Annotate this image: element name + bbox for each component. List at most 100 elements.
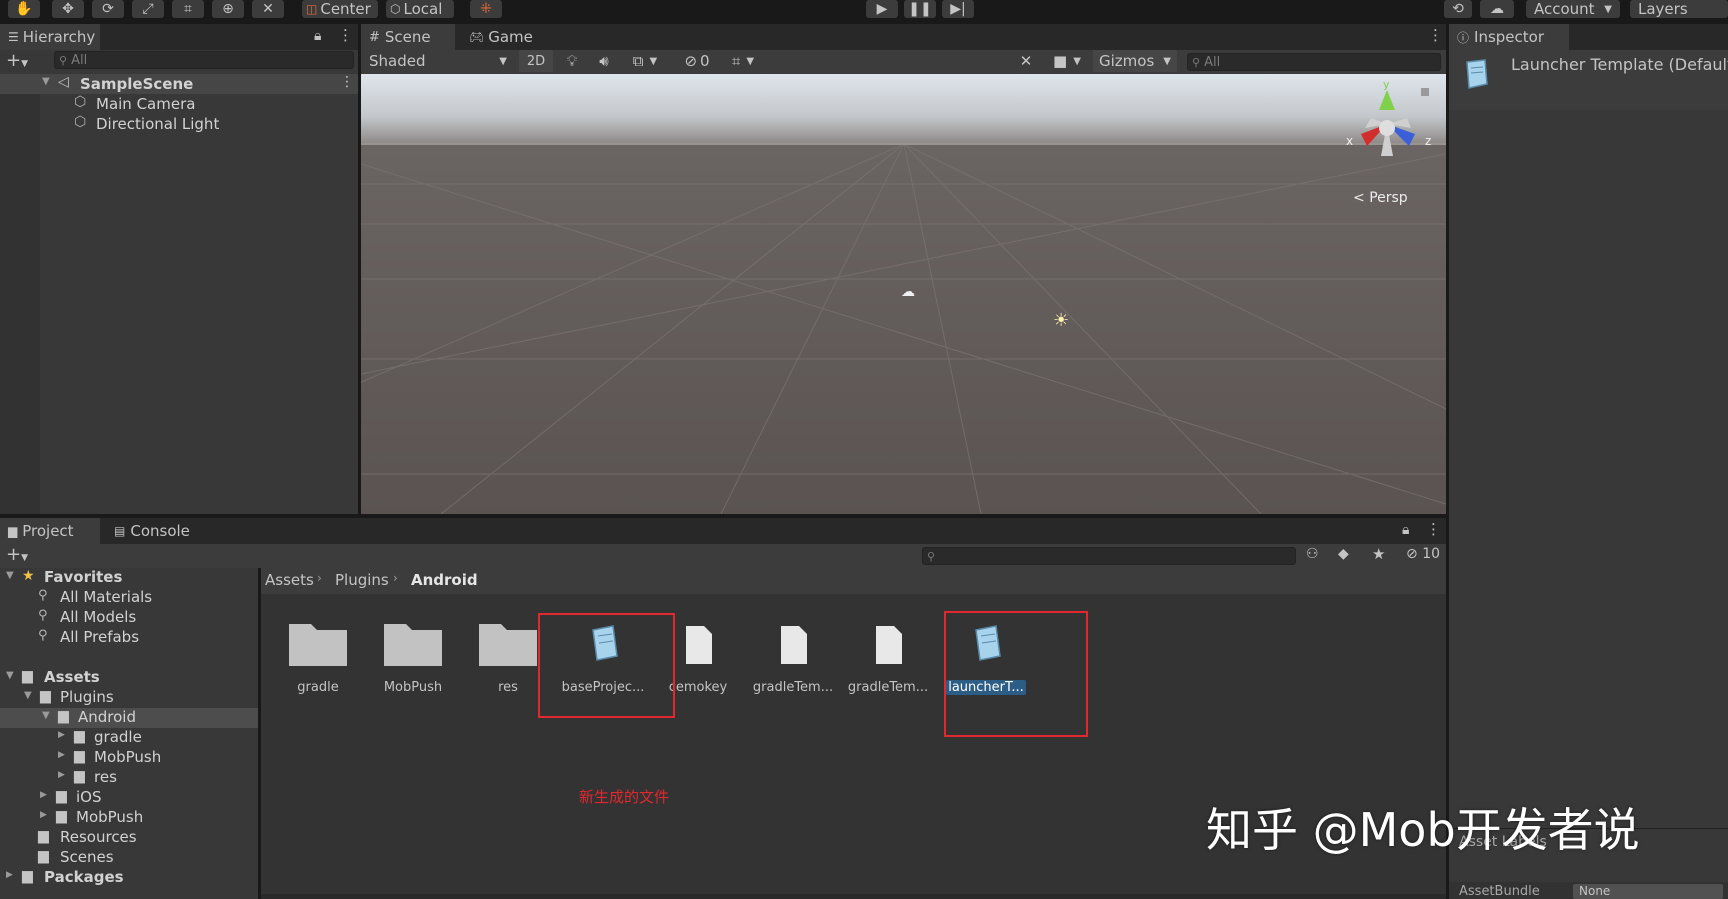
- breadcrumb-item[interactable]: Android: [411, 571, 478, 589]
- list-item[interactable]: ⬡ Directional Light: [0, 114, 358, 134]
- effects-dropdown[interactable]: ⧉ ▼: [623, 50, 667, 72]
- tab-inspector[interactable]: ⓘ Inspector: [1449, 24, 1569, 50]
- rect-tool-button[interactable]: ⌗: [172, 0, 204, 18]
- gizmos-dropdown[interactable]: Gizmos ▼: [1093, 50, 1177, 72]
- expand-arrow-icon[interactable]: ▶: [6, 870, 13, 880]
- tools-toggle[interactable]: ✕: [1011, 50, 1041, 72]
- play-button[interactable]: ▶: [866, 0, 898, 18]
- scene-row[interactable]: ▼ ◁ SampleScene ⋮: [0, 74, 358, 94]
- collab-button[interactable]: ⟲: [1444, 0, 1472, 18]
- expand-arrow-icon[interactable]: ▶: [40, 790, 47, 800]
- project-search-input[interactable]: ⚲: [922, 547, 1296, 565]
- transform-tool-button[interactable]: ⊕: [212, 0, 244, 18]
- expand-arrow-icon[interactable]: ▶: [58, 770, 65, 780]
- lock-icon[interactable]: 🔒︎: [1402, 522, 1409, 538]
- scene-search-input[interactable]: ⚲ All: [1187, 53, 1441, 71]
- expand-arrow-icon[interactable]: ▼: [6, 570, 14, 581]
- favorite-item[interactable]: All Materials: [60, 588, 152, 606]
- expand-arrow-icon[interactable]: ▶: [58, 730, 65, 740]
- camera-gizmo-icon[interactable]: ☁: [901, 284, 915, 300]
- tree-assets[interactable]: Assets: [44, 668, 100, 686]
- move-tool-button[interactable]: ✥: [52, 0, 84, 18]
- folder-icon: ▆: [38, 848, 49, 864]
- grid-item[interactable]: gradleTem...: [750, 616, 836, 695]
- tree-packages[interactable]: Packages: [44, 868, 124, 886]
- grid-item[interactable]: gradleTem...: [845, 616, 931, 695]
- move-icon: ✥: [62, 1, 74, 17]
- panel-menu-icon[interactable]: ⋮: [1428, 26, 1443, 44]
- hierarchy-search-input[interactable]: ⚲ All: [54, 51, 354, 69]
- chevron-right-icon: ›: [393, 571, 398, 585]
- template-file-icon: [1461, 58, 1489, 89]
- hand-tool-button[interactable]: ✋: [8, 0, 40, 18]
- grid-item[interactable]: gradle: [275, 616, 361, 695]
- lighting-toggle[interactable]: 💡︎: [557, 50, 587, 72]
- pivot-space-button[interactable]: ⬡ Local: [386, 0, 454, 18]
- favorite-item[interactable]: All Prefabs: [60, 628, 139, 646]
- camera-dropdown[interactable]: ■ ▼: [1045, 50, 1089, 72]
- grid-dropdown[interactable]: ⌗ ▼: [721, 50, 765, 72]
- folder-icon: [289, 624, 347, 666]
- hierarchy-add-button[interactable]: +▼: [6, 50, 28, 71]
- grid-item[interactable]: MobPush: [370, 616, 456, 695]
- mode-2d-toggle[interactable]: 2D: [519, 50, 553, 72]
- account-dropdown[interactable]: Account ▼: [1526, 0, 1620, 18]
- highlight-box: [538, 613, 675, 718]
- hidden-objects-toggle[interactable]: ⊘ 0: [677, 50, 717, 72]
- gameobject-cube-icon: ⬡: [74, 94, 87, 110]
- tab-game[interactable]: 🎮︎ Game: [461, 24, 555, 50]
- info-icon: ⓘ: [1457, 30, 1470, 45]
- light-gizmo-icon[interactable]: ☀: [1053, 310, 1069, 331]
- tree-item[interactable]: iOS: [76, 788, 102, 806]
- panel-menu-icon[interactable]: ⋮: [1426, 520, 1441, 538]
- scene-viewport[interactable]: ☁ ☀ y x z < Persp: [361, 74, 1446, 514]
- rotate-tool-button[interactable]: ⟳: [92, 0, 124, 18]
- favorite-star-icon[interactable]: ★: [1372, 545, 1385, 563]
- cloud-button[interactable]: ☁: [1480, 0, 1514, 18]
- tab-project[interactable]: ▆ Project: [0, 518, 100, 544]
- project-tree: ▼ ★ Favorites ⚲ All Materials ⚲ All Mode…: [0, 568, 258, 899]
- panel-menu-icon[interactable]: ⋮: [338, 26, 353, 44]
- tree-android-row[interactable]: ▼ ▆ Android: [0, 708, 258, 728]
- tab-console[interactable]: ▤ Console: [106, 518, 216, 544]
- hidden-packages-toggle[interactable]: ⊘ 10: [1406, 546, 1440, 562]
- tree-item[interactable]: res: [94, 768, 117, 786]
- list-item[interactable]: ⬡ Main Camera: [0, 94, 358, 114]
- expand-arrow-icon[interactable]: ▼: [24, 690, 32, 701]
- tree-item[interactable]: MobPush: [76, 808, 143, 826]
- grid-snap-button[interactable]: ⁜: [470, 0, 502, 18]
- breadcrumb-item[interactable]: Plugins: [335, 571, 389, 589]
- folder-icon: ▆: [74, 728, 85, 744]
- asset-bundle-dropdown[interactable]: None: [1573, 884, 1723, 899]
- expand-arrow-icon[interactable]: ▼: [6, 670, 14, 681]
- expand-arrow-icon[interactable]: ▼: [42, 710, 50, 721]
- projection-toggle[interactable]: < Persp: [1353, 190, 1408, 206]
- layers-dropdown[interactable]: Layers: [1630, 0, 1728, 18]
- expand-arrow-icon[interactable]: ▶: [58, 750, 65, 760]
- search-by-type-icon[interactable]: ⚇: [1306, 546, 1319, 562]
- tree-plugins[interactable]: Plugins: [60, 688, 114, 706]
- step-button[interactable]: ▶|: [942, 0, 974, 18]
- audio-toggle[interactable]: 🔊︎: [589, 50, 619, 72]
- label-tag-icon[interactable]: ◆: [1338, 546, 1349, 562]
- scene-menu-icon[interactable]: ⋮: [340, 74, 354, 90]
- expand-arrow-icon[interactable]: ▼: [42, 76, 50, 87]
- favorite-item[interactable]: All Models: [60, 608, 136, 626]
- pause-button[interactable]: ❚❚: [904, 0, 936, 18]
- tree-item[interactable]: gradle: [94, 728, 142, 746]
- tab-scene[interactable]: # Scene: [361, 24, 455, 50]
- tab-hierarchy[interactable]: ☰ Hierarchy: [0, 24, 100, 50]
- shading-mode-dropdown[interactable]: Shaded ▼: [363, 50, 513, 72]
- custom-tool-button[interactable]: ✕: [252, 0, 284, 18]
- orientation-gizmo[interactable]: y x z: [1331, 78, 1441, 190]
- scale-tool-button[interactable]: ⤢: [132, 0, 164, 18]
- expand-arrow-icon[interactable]: ▶: [40, 810, 47, 820]
- tree-item[interactable]: MobPush: [94, 748, 161, 766]
- lock-icon[interactable]: 🔒︎: [314, 28, 321, 44]
- pivot-mode-button[interactable]: ◫ Center: [302, 0, 378, 18]
- persp-icon: <: [1353, 190, 1365, 206]
- tree-item[interactable]: Scenes: [60, 848, 114, 866]
- breadcrumb-item[interactable]: Assets: [265, 571, 314, 589]
- project-add-button[interactable]: +▼: [6, 544, 28, 565]
- tree-item[interactable]: Resources: [60, 828, 137, 846]
